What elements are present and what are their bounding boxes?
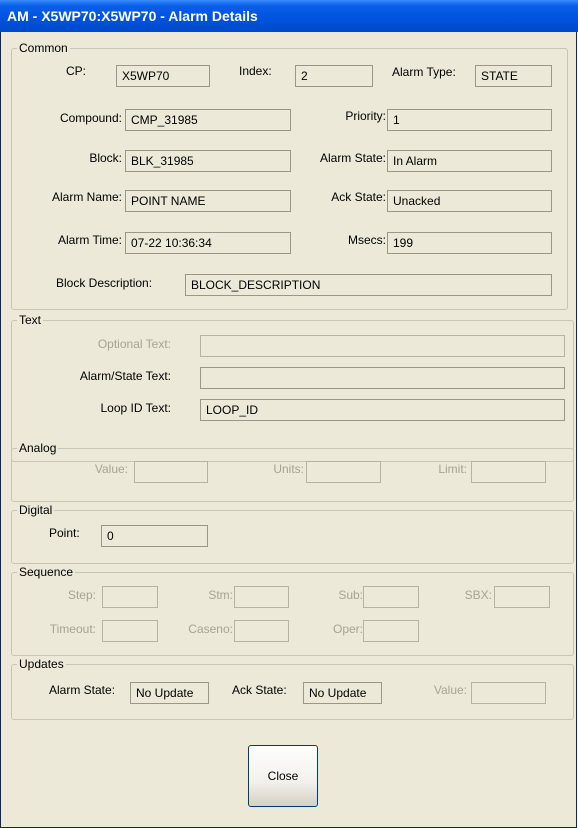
updates-legend: Updates: [19, 657, 64, 671]
digital-group: Digital: [11, 504, 574, 564]
step-label: Step:: [67, 588, 96, 602]
oper-label: Oper:: [332, 622, 363, 636]
block-field[interactable]: BLK_31985: [125, 150, 291, 172]
optional-text-label: Optional Text:: [97, 337, 171, 351]
point-label: Point:: [49, 526, 80, 540]
sbx-label: SBX:: [464, 588, 492, 602]
alarm-type-field[interactable]: STATE: [475, 65, 552, 87]
oper-field[interactable]: [363, 620, 419, 642]
ack-state-label: Ack State:: [331, 190, 386, 204]
analog-limit-label: Limit:: [438, 462, 467, 476]
alarm-type-label: Alarm Type:: [392, 65, 456, 79]
update-value-label: Value:: [433, 683, 467, 697]
block-description-label: Block Description:: [56, 276, 153, 290]
alarm-name-label: Alarm Name:: [51, 190, 122, 204]
optional-text-field[interactable]: [200, 335, 565, 357]
alarm-time-label: Alarm Time:: [57, 233, 122, 247]
timeout-label: Timeout:: [49, 622, 96, 636]
stm-label: Stm:: [208, 588, 233, 602]
block-description-field[interactable]: BLOCK_DESCRIPTION: [185, 274, 552, 296]
analog-legend: Analog: [19, 441, 57, 455]
update-alarm-state-label: Alarm State:: [49, 683, 116, 697]
alarm-details-window: AM - X5WP70:X5WP70 - Alarm Details Commo…: [0, 0, 578, 828]
sequence-legend: Sequence: [19, 565, 74, 579]
loop-id-text-field[interactable]: LOOP_ID: [200, 399, 565, 421]
update-ack-state-field[interactable]: No Update: [303, 682, 382, 704]
update-alarm-state-field[interactable]: No Update: [130, 682, 209, 704]
index-field[interactable]: 2: [295, 65, 373, 87]
cp-label: CP:: [65, 64, 86, 78]
window-title: AM - X5WP70:X5WP70 - Alarm Details: [7, 8, 258, 24]
alarm-state-field[interactable]: In Alarm: [387, 150, 552, 172]
close-button[interactable]: Close: [248, 745, 318, 807]
alarm-state-text-field[interactable]: [200, 367, 565, 389]
common-legend: Common: [19, 41, 68, 55]
alarm-state-text-label: Alarm/State Text:: [79, 369, 171, 383]
sub-field[interactable]: [363, 586, 419, 608]
msecs-label: Msecs:: [347, 233, 386, 247]
update-value-field[interactable]: [471, 682, 546, 704]
analog-units-field[interactable]: [306, 461, 381, 483]
analog-units-label: Units:: [273, 462, 304, 476]
priority-label: Priority:: [345, 109, 386, 123]
alarm-state-label: Alarm State:: [319, 151, 386, 165]
caseno-field[interactable]: [234, 620, 289, 642]
step-field[interactable]: [102, 586, 158, 608]
update-ack-state-label: Ack State:: [232, 683, 287, 697]
stm-field[interactable]: [234, 586, 289, 608]
caseno-label: Caseno:: [188, 622, 233, 636]
title-bar[interactable]: AM - X5WP70:X5WP70 - Alarm Details: [0, 0, 578, 32]
compound-field[interactable]: CMP_31985: [125, 109, 291, 131]
sequence-group: Sequence: [11, 566, 574, 656]
index-label: Index:: [239, 64, 272, 78]
cp-field[interactable]: X5WP70: [116, 65, 210, 87]
alarm-time-field[interactable]: 07-22 10:36:34: [125, 232, 291, 254]
priority-field[interactable]: 1: [387, 109, 552, 131]
analog-value-field[interactable]: [134, 461, 208, 483]
timeout-field[interactable]: [102, 620, 158, 642]
point-field[interactable]: 0: [101, 525, 208, 547]
loop-id-text-label: Loop ID Text:: [100, 401, 172, 415]
digital-legend: Digital: [19, 503, 53, 517]
msecs-field[interactable]: 199: [387, 232, 552, 254]
analog-value-label: Value:: [94, 462, 128, 476]
block-label: Block:: [89, 151, 122, 165]
alarm-name-field[interactable]: POINT NAME: [125, 190, 291, 212]
text-legend: Text: [19, 313, 42, 327]
analog-limit-field[interactable]: [471, 461, 546, 483]
dialog-body: Common CP: X5WP70 Index: 2 Alarm Type: S…: [5, 32, 574, 828]
sub-label: Sub:: [338, 588, 363, 602]
compound-label: Compound:: [59, 111, 122, 125]
sbx-field[interactable]: [494, 586, 550, 608]
ack-state-field[interactable]: Unacked: [387, 190, 552, 212]
